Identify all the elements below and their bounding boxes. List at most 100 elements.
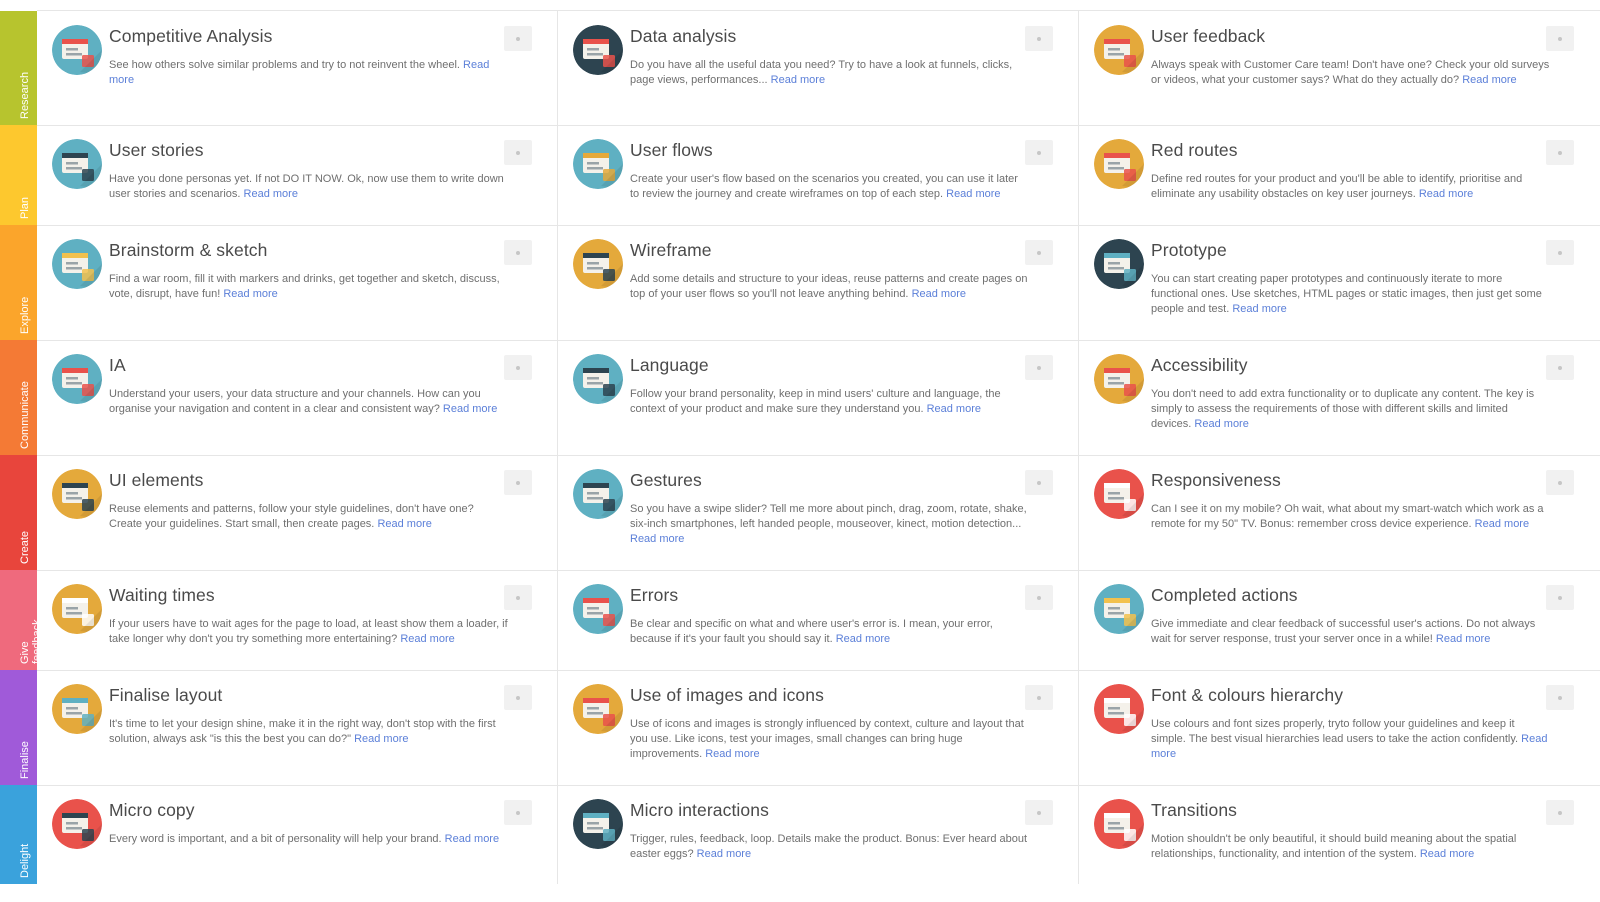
read-more-link[interactable]: Read more (705, 748, 759, 760)
pin-button[interactable] (1025, 800, 1053, 825)
method-card[interactable]: Language Follow your brand personality, k… (558, 340, 1079, 455)
card-title: Micro interactions (630, 800, 769, 820)
phase-band-7[interactable]: Delight (0, 785, 37, 884)
read-more-link[interactable]: Read more (1475, 518, 1529, 530)
method-card[interactable]: User feedback Always speak with Customer … (1079, 11, 1600, 125)
method-card[interactable]: Micro copy Every word is important, and a… (37, 785, 558, 884)
read-more-link[interactable]: Read more (223, 288, 277, 300)
pin-button[interactable] (1546, 355, 1574, 380)
pin-button[interactable] (504, 355, 532, 380)
ui-elements-icon (52, 469, 102, 519)
pin-button[interactable] (1025, 470, 1053, 495)
card-description-text: Understand your users, your data structu… (109, 388, 481, 415)
pin-button[interactable] (1025, 26, 1053, 51)
card-description: Every word is important, and a bit of pe… (109, 832, 509, 847)
read-more-link[interactable]: Read more (400, 633, 454, 645)
read-more-link[interactable]: Read more (354, 733, 408, 745)
read-more-link[interactable]: Read more (445, 833, 499, 845)
phase-band-4[interactable]: Create (0, 455, 37, 570)
method-card[interactable]: Prototype You can start creating paper pr… (1079, 225, 1600, 340)
read-more-link[interactable]: Read more (377, 518, 431, 530)
errors-icon (573, 584, 623, 634)
card-row: Waiting times If your users have to wait … (37, 570, 1600, 671)
card-description-text: Every word is important, and a bit of pe… (109, 833, 442, 845)
method-card[interactable]: Competitive Analysis See how others solve… (37, 11, 558, 125)
card-description: Do you have all the useful data you need… (630, 58, 1030, 88)
read-more-link[interactable]: Read more (1462, 74, 1516, 86)
read-more-link[interactable]: Read more (912, 288, 966, 300)
card-description: You can start creating paper prototypes … (1151, 272, 1551, 317)
pin-button[interactable] (1546, 585, 1574, 610)
read-more-link[interactable]: Read more (946, 188, 1000, 200)
pin-button[interactable] (504, 800, 532, 825)
phase-band-6[interactable]: Finalise (0, 670, 37, 785)
card-description-text: So you have a swipe slider? Tell me more… (630, 503, 1027, 530)
phase-band-3[interactable]: Communicate (0, 340, 37, 455)
pin-button[interactable] (1025, 240, 1053, 265)
method-card[interactable]: Waiting times If your users have to wait … (37, 570, 558, 670)
pin-button[interactable] (1025, 140, 1053, 165)
method-card[interactable]: User flows Create your user's flow based … (558, 125, 1079, 225)
pin-button[interactable] (504, 240, 532, 265)
read-more-link[interactable]: Read more (244, 188, 298, 200)
method-card[interactable]: User stories Have you done personas yet. … (37, 125, 558, 225)
card-description-text: See how others solve similar problems an… (109, 59, 460, 71)
method-card[interactable]: Responsiveness Can I see it on my mobile?… (1079, 455, 1600, 570)
pin-button[interactable] (504, 585, 532, 610)
phase-band-2[interactable]: Explore (0, 225, 37, 340)
pin-button[interactable] (1546, 470, 1574, 495)
wireframe-icon (573, 239, 623, 289)
pin-button[interactable] (1546, 685, 1574, 710)
phase-band-5[interactable]: Give feedback (0, 570, 37, 670)
method-card[interactable]: Micro interactions Trigger, rules, feedba… (558, 785, 1079, 884)
pin-button[interactable] (1025, 585, 1053, 610)
read-more-link[interactable]: Read more (836, 633, 890, 645)
read-more-link[interactable]: Read more (1419, 188, 1473, 200)
pin-button[interactable] (504, 470, 532, 495)
card-title: Use of images and icons (630, 685, 824, 705)
method-card[interactable]: Brainstorm & sketch Find a war room, fill… (37, 225, 558, 340)
pin-button[interactable] (504, 685, 532, 710)
read-more-link[interactable]: Read more (927, 403, 981, 415)
finalise-layout-icon (52, 684, 102, 734)
read-more-link[interactable]: Read more (1420, 848, 1474, 860)
pin-button[interactable] (504, 140, 532, 165)
pin-button[interactable] (504, 26, 532, 51)
pin-button[interactable] (1546, 140, 1574, 165)
card-description-text: Be clear and specific on what and where … (630, 618, 993, 645)
method-card[interactable]: Font & colours hierarchy Use colours and … (1079, 670, 1600, 785)
card-title: Prototype (1151, 240, 1227, 260)
method-card[interactable]: Data analysis Do you have all the useful … (558, 11, 1079, 125)
read-more-link[interactable]: Read more (771, 74, 825, 86)
method-card[interactable]: Red routes Define red routes for your pro… (1079, 125, 1600, 225)
pin-button[interactable] (1546, 240, 1574, 265)
method-card[interactable]: UI elements Reuse elements and patterns, … (37, 455, 558, 570)
method-card[interactable]: Errors Be clear and specific on what and … (558, 570, 1079, 670)
pin-button[interactable] (1025, 355, 1053, 380)
read-more-link[interactable]: Read more (1436, 633, 1490, 645)
phase-band-1[interactable]: Plan (0, 125, 37, 225)
phase-label: Explore (18, 296, 31, 334)
method-card[interactable]: Accessibility You don't need to add extra… (1079, 340, 1600, 455)
pin-button[interactable] (1546, 800, 1574, 825)
card-title: Waiting times (109, 585, 215, 605)
read-more-link[interactable]: Read more (697, 848, 751, 860)
card-description: Can I see it on my mobile? Oh wait, what… (1151, 502, 1551, 532)
read-more-link[interactable]: Read more (1194, 418, 1248, 430)
beer-mug-icon (52, 239, 102, 289)
card-description: Be clear and specific on what and where … (630, 617, 1030, 647)
read-more-link[interactable]: Read more (443, 403, 497, 415)
method-card[interactable]: Finalise layout It's time to let your des… (37, 670, 558, 785)
card-description: If your users have to wait ages for the … (109, 617, 509, 647)
read-more-link[interactable]: Read more (1232, 303, 1286, 315)
method-card[interactable]: IA Understand your users, your data struc… (37, 340, 558, 455)
method-card[interactable]: Completed actions Give immediate and clea… (1079, 570, 1600, 670)
phase-band-0[interactable]: Research (0, 11, 37, 125)
method-card[interactable]: Wireframe Add some details and structure … (558, 225, 1079, 340)
read-more-link[interactable]: Read more (630, 533, 684, 545)
method-card[interactable]: Transitions Motion shouldn't be only beau… (1079, 785, 1600, 884)
pin-button[interactable] (1546, 26, 1574, 51)
method-card[interactable]: Use of images and icons Use of icons and … (558, 670, 1079, 785)
method-card[interactable]: Gestures So you have a swipe slider? Tell… (558, 455, 1079, 570)
pin-button[interactable] (1025, 685, 1053, 710)
